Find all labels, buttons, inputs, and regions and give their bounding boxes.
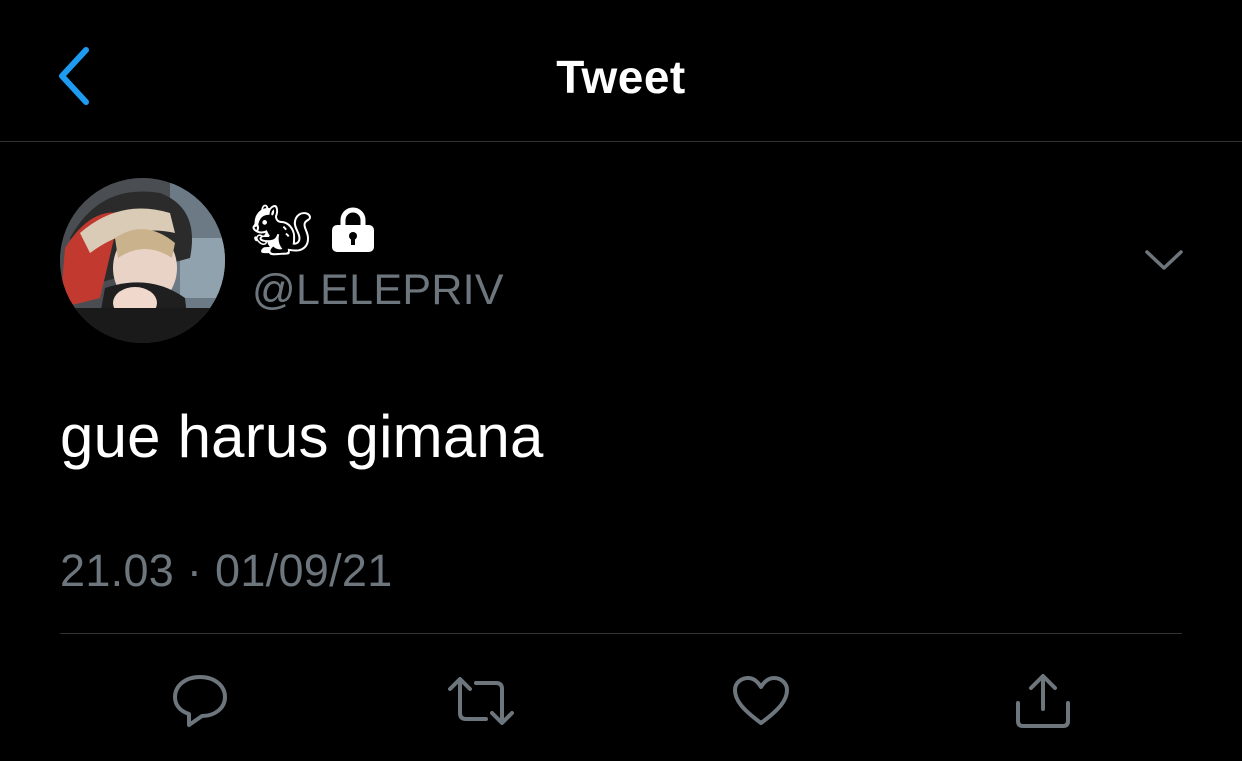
retweet-button[interactable] [446, 666, 516, 736]
reply-icon [173, 675, 227, 727]
top-nav-bar: Tweet [0, 0, 1242, 142]
retweet-icon [448, 677, 514, 725]
page-title: Tweet [556, 51, 686, 103]
like-button[interactable] [726, 666, 796, 736]
author-handle[interactable]: @LELEPRIV [252, 266, 504, 315]
reply-button[interactable] [165, 666, 235, 736]
share-button[interactable] [1008, 666, 1078, 736]
avatar[interactable] [60, 178, 225, 343]
author-name-row: 🐿 [250, 202, 375, 258]
avatar-image [60, 178, 225, 343]
lock-icon [332, 207, 375, 252]
chevron-down-icon [1145, 250, 1183, 270]
display-name[interactable]: 🐿 [250, 202, 313, 258]
tweet-timestamp[interactable]: 21.03 · 01/09/21 [60, 545, 393, 597]
tweet-text: gue harus gimana [60, 403, 544, 470]
divider [60, 633, 1182, 634]
more-options-button[interactable] [1140, 240, 1188, 280]
heart-icon [733, 676, 789, 725]
share-icon [1016, 674, 1070, 728]
